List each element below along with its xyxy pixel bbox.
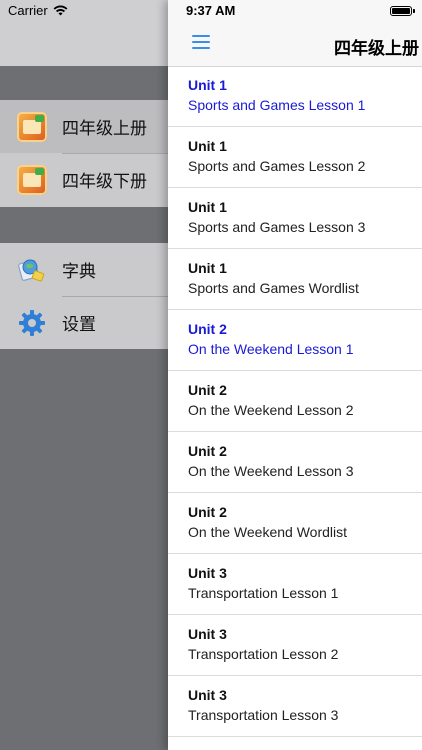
- unit-label: Unit 2: [188, 382, 227, 398]
- drawer-item-settings[interactable]: 设置: [0, 296, 168, 349]
- app-screen: Carrier 四年级上册 四年级下册 字典 设置 9:37 AM 四年级上册 …: [0, 0, 422, 750]
- drawer-item-book-1[interactable]: 四年级上册: [0, 100, 168, 153]
- lesson-row[interactable]: Unit 1 Sports and Games Wordlist: [168, 249, 422, 310]
- unit-label: Unit 1: [188, 199, 227, 215]
- lesson-row[interactable]: Unit 3 Transportation Lesson 3: [168, 676, 422, 737]
- unit-label: Unit 1: [188, 260, 227, 276]
- lesson-list: Unit 1 Sports and Games Lesson 1 Unit 1 …: [168, 66, 422, 737]
- lesson-title: Sports and Games Lesson 3: [188, 219, 366, 235]
- navigation-bar: 9:37 AM 四年级上册: [168, 0, 422, 67]
- lesson-title: Sports and Games Wordlist: [188, 280, 359, 296]
- book-cover-icon: [16, 111, 48, 143]
- book-menu: 四年级上册 四年级下册: [0, 100, 168, 207]
- lesson-row[interactable]: Unit 1 Sports and Games Lesson 2: [168, 127, 422, 188]
- status-carrier: Carrier: [8, 3, 68, 18]
- drawer-item-label: 四年级上册: [62, 119, 147, 138]
- lesson-row[interactable]: Unit 2 On the Weekend Lesson 3: [168, 432, 422, 493]
- lesson-row[interactable]: Unit 2 On the Weekend Lesson 1: [168, 310, 422, 371]
- lesson-title: Transportation Lesson 3: [188, 707, 339, 723]
- lesson-title: Sports and Games Lesson 2: [188, 158, 366, 174]
- lesson-row[interactable]: Unit 1 Sports and Games Lesson 3: [168, 188, 422, 249]
- dictionary-icon: [16, 254, 48, 286]
- lesson-title: Sports and Games Lesson 1: [188, 97, 366, 113]
- lesson-title: Transportation Lesson 1: [188, 585, 339, 601]
- book-cover-icon: [16, 164, 48, 196]
- lesson-title: On the Weekend Wordlist: [188, 524, 348, 540]
- lesson-panel: 9:37 AM 四年级上册 Unit 1 Sports and Games Le…: [168, 0, 422, 750]
- carrier-label: Carrier: [8, 3, 48, 18]
- tools-menu: 字典 设置: [0, 243, 168, 349]
- unit-label: Unit 1: [188, 77, 227, 93]
- lesson-title: On the Weekend Lesson 3: [188, 463, 354, 479]
- unit-label: Unit 2: [188, 321, 227, 337]
- lesson-row[interactable]: Unit 2 On the Weekend Wordlist: [168, 493, 422, 554]
- unit-label: Unit 3: [188, 626, 227, 642]
- unit-label: Unit 2: [188, 443, 227, 459]
- drawer-item-label: 设置: [62, 315, 96, 334]
- lesson-row[interactable]: Unit 1 Sports and Games Lesson 1: [168, 66, 422, 127]
- drawer-spacer: [0, 66, 168, 100]
- lesson-title: Transportation Lesson 2: [188, 646, 339, 662]
- battery-icon: [390, 6, 415, 16]
- page-title: 四年级上册: [334, 39, 419, 58]
- unit-label: Unit 1: [188, 138, 227, 154]
- drawer-item-label: 四年级下册: [62, 172, 147, 191]
- drawer-item-dictionary[interactable]: 字典: [0, 243, 168, 296]
- wifi-icon: [53, 5, 68, 16]
- drawer-item-label: 字典: [62, 262, 96, 281]
- gear-icon: [16, 307, 48, 339]
- lesson-title: On the Weekend Lesson 1: [188, 341, 354, 357]
- unit-label: Unit 2: [188, 504, 227, 520]
- drawer-item-book-2[interactable]: 四年级下册: [0, 153, 168, 206]
- status-time: 9:37 AM: [186, 3, 236, 18]
- hamburger-menu-icon[interactable]: [192, 35, 210, 49]
- unit-label: Unit 3: [188, 565, 227, 581]
- unit-label: Unit 3: [188, 687, 227, 703]
- drawer-header: Carrier: [0, 0, 168, 66]
- lesson-row[interactable]: Unit 2 On the Weekend Lesson 2: [168, 371, 422, 432]
- lesson-row[interactable]: Unit 3 Transportation Lesson 1: [168, 554, 422, 615]
- lesson-title: On the Weekend Lesson 2: [188, 402, 354, 418]
- lesson-row[interactable]: Unit 3 Transportation Lesson 2: [168, 615, 422, 676]
